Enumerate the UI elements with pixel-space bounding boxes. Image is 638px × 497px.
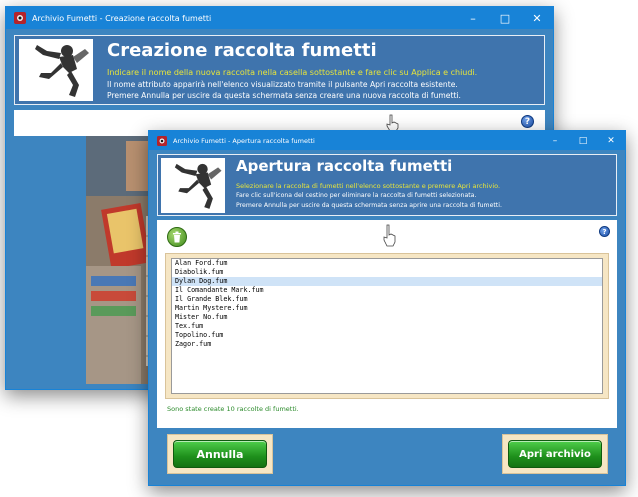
- list-item[interactable]: Topolino.fum: [172, 331, 602, 340]
- front-header-line3: Premere Annulla per uscire da questa sch…: [236, 202, 502, 209]
- back-logo: [19, 39, 93, 101]
- back-help-icon[interactable]: ?: [521, 115, 534, 128]
- front-close-button[interactable]: ✕: [597, 131, 625, 150]
- back-header-line2: Il nome attributo apparirà nell'elenco v…: [107, 80, 458, 89]
- front-maximize-button[interactable]: □: [569, 131, 597, 150]
- cancel-button[interactable]: Annulla: [173, 440, 267, 468]
- list-item[interactable]: Martin Mystere.fum: [172, 304, 602, 313]
- back-minimize-button[interactable]: –: [457, 7, 489, 29]
- front-logo: [161, 158, 225, 213]
- front-window-title: Archivio Fumetti - Apertura raccolta fum…: [173, 136, 315, 145]
- list-item[interactable]: Alan Ford.fum: [172, 259, 602, 268]
- back-header-instruction: Indicare il nome della nuova raccolta ne…: [107, 68, 478, 77]
- trash-icon[interactable]: [167, 227, 187, 247]
- list-item[interactable]: Zagor.fum: [172, 340, 602, 349]
- front-titlebar[interactable]: Archivio Fumetti - Apertura raccolta fum…: [149, 131, 625, 150]
- front-help-icon[interactable]: ?: [599, 226, 610, 237]
- list-item[interactable]: Tex.fum: [172, 322, 602, 331]
- front-minimize-button[interactable]: –: [541, 131, 569, 150]
- open-archive-button[interactable]: Apri archivio: [508, 440, 602, 468]
- front-content: ? Alan Ford.fum Diabolik.fum Dylan Dog.f…: [157, 220, 617, 428]
- list-item-selected[interactable]: Dylan Dog.fum: [172, 277, 602, 286]
- back-window-title: Archivio Fumetti - Creazione raccolta fu…: [32, 13, 212, 23]
- back-titlebar[interactable]: Archivio Fumetti - Creazione raccolta fu…: [6, 7, 553, 29]
- front-frame: Apertura raccolta fumetti Selezionare la…: [149, 150, 625, 485]
- hand-pointer-icon: [383, 224, 396, 247]
- front-header-line2: Fare clic sull'icona del cestino per eli…: [236, 192, 477, 199]
- list-item[interactable]: Il Comandante Mark.fum: [172, 286, 602, 295]
- back-header: Creazione raccolta fumetti Indicare il n…: [14, 35, 545, 105]
- front-header: Apertura raccolta fumetti Selezionare la…: [157, 154, 617, 216]
- back-maximize-button[interactable]: □: [489, 7, 521, 29]
- app-icon: [157, 135, 167, 146]
- app-icon: [14, 12, 26, 24]
- front-header-instruction: Selezionare la raccolta di fumetti nell'…: [236, 182, 501, 190]
- front-header-title: Apertura raccolta fumetti: [236, 157, 453, 175]
- file-list[interactable]: Alan Ford.fum Diabolik.fum Dylan Dog.fum…: [171, 258, 603, 394]
- back-header-line3: Premere Annulla per uscire da questa sch…: [107, 91, 461, 100]
- file-list-frame: Alan Ford.fum Diabolik.fum Dylan Dog.fum…: [165, 253, 609, 399]
- back-header-title: Creazione raccolta fumetti: [107, 40, 377, 61]
- status-text: Sono state create 10 raccolte di fumetti…: [167, 405, 299, 413]
- list-item[interactable]: Mister No.fum: [172, 313, 602, 322]
- list-item[interactable]: Il Grande Blek.fum: [172, 295, 602, 304]
- front-window: Archivio Fumetti - Apertura raccolta fum…: [148, 130, 626, 486]
- list-item[interactable]: Diabolik.fum: [172, 268, 602, 277]
- back-close-button[interactable]: ✕: [521, 7, 553, 29]
